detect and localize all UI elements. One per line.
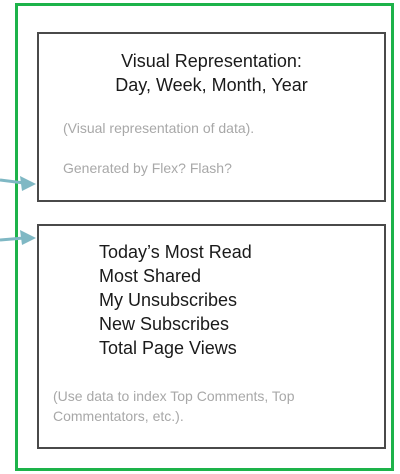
list-item-todays-most-read: Today’s Most Read <box>99 242 252 262</box>
panel-note-index: (Use data to index Top Comments, Top Com… <box>53 388 295 424</box>
stats-list-panel: Today’s Most Read Most Shared My Unsubsc… <box>37 224 386 449</box>
panel-note-visual: (Visual representation of data). <box>63 120 255 136</box>
panel-title-line2: Day, Week, Month, Year <box>115 75 308 95</box>
list-item-my-unsubscribes: My Unsubscribes <box>99 290 238 310</box>
arrow-to-bottom-panel <box>0 230 36 245</box>
list-item-new-subscribes: New Subscribes <box>99 314 230 334</box>
list-item-most-shared: Most Shared <box>99 266 202 286</box>
arrow-to-top-panel <box>0 176 36 191</box>
stats-list: Today’s Most Read Most Shared My Unsubsc… <box>99 240 252 360</box>
panel-note-generated: Generated by Flex? Flash? <box>63 160 232 176</box>
connector-arrows <box>0 176 36 245</box>
list-item-total-page-views: Total Page Views <box>99 338 237 358</box>
panel-title-line1: Visual Representation: <box>121 51 302 71</box>
visual-representation-panel: Visual Representation: Day, Week, Month,… <box>37 32 386 202</box>
